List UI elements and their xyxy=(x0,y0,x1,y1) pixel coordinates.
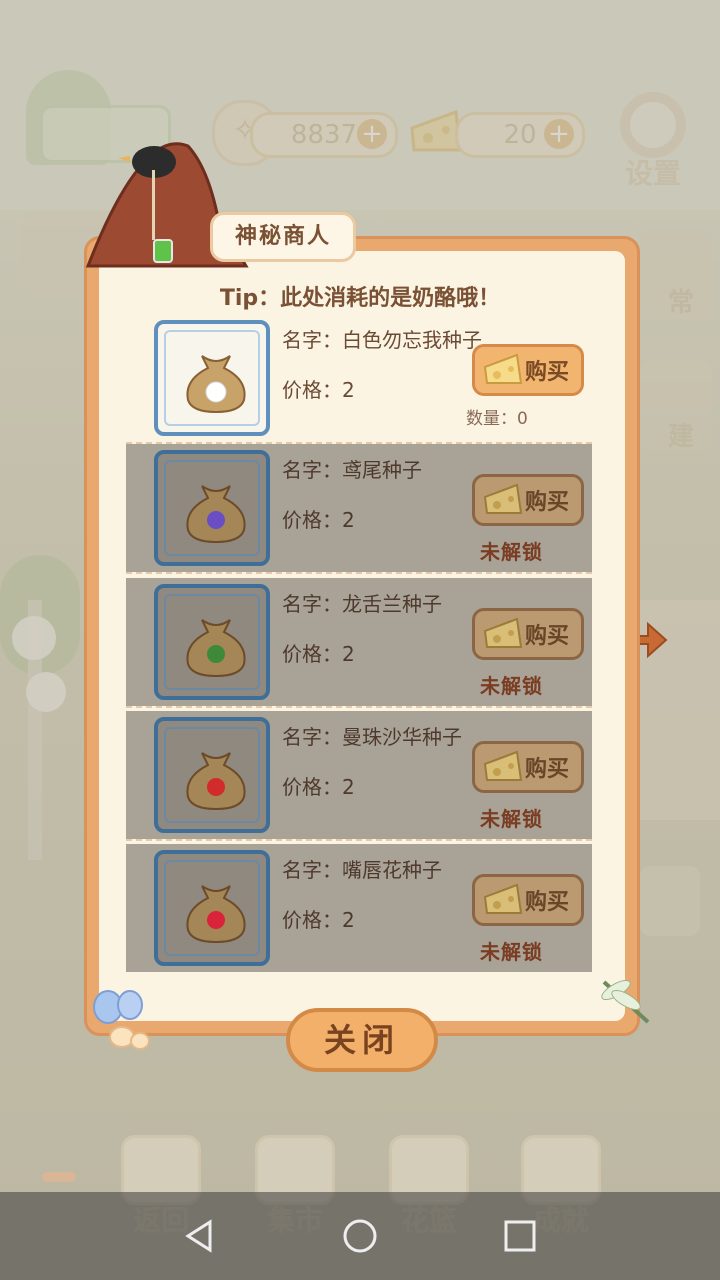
cheese-icon xyxy=(483,750,523,781)
seed-bag-icon xyxy=(186,885,246,944)
close-button[interactable]: 关闭 xyxy=(286,1008,438,1072)
locked-label: 未解锁 xyxy=(480,940,543,964)
locked-label: 未解锁 xyxy=(480,540,543,564)
square-recents-icon xyxy=(504,1220,536,1252)
shop-item-row: 名字：曼珠沙华种子 价格：2 购买 未解锁 xyxy=(126,711,592,841)
item-thumbnail xyxy=(154,717,270,833)
item-name: 名字：龙舌兰种子 xyxy=(282,592,442,616)
locked-label: 未解锁 xyxy=(480,674,543,698)
collapse-button[interactable] xyxy=(42,1172,76,1182)
buy-button[interactable]: 购买 xyxy=(472,874,584,926)
system-recents-button[interactable] xyxy=(498,1214,542,1258)
system-back-button[interactable] xyxy=(178,1214,222,1258)
shop-item-row: 名字：白色勿忘我种子 价格：2 购买 数量：0 xyxy=(126,314,592,444)
buy-label: 购买 xyxy=(525,490,570,515)
cheese-icon xyxy=(483,617,523,648)
locked-label: 未解锁 xyxy=(480,807,543,831)
seed-bag-icon xyxy=(186,355,246,414)
buy-label: 购买 xyxy=(525,360,570,385)
tip-text: Tip：此处消耗的是奶酪哦！ xyxy=(219,286,501,311)
item-price: 价格：2 xyxy=(282,378,355,402)
item-thumbnail xyxy=(154,850,270,966)
triangle-back-icon xyxy=(185,1219,212,1253)
buy-label: 购买 xyxy=(525,757,570,782)
cheese-icon xyxy=(483,883,523,914)
item-name: 名字：曼珠沙华种子 xyxy=(282,725,462,749)
seed-bag-icon xyxy=(186,485,246,544)
system-home-button[interactable] xyxy=(338,1214,382,1258)
item-name: 名字：嘴唇花种子 xyxy=(282,858,442,882)
dialog-title: 神秘商人 xyxy=(210,212,356,262)
butterfly-icon xyxy=(93,990,150,1050)
buy-label: 购买 xyxy=(525,890,570,915)
item-price: 价格：2 xyxy=(282,908,355,932)
cheese-icon xyxy=(483,353,523,384)
buy-button[interactable]: 购买 xyxy=(472,608,584,660)
shop-item-row: 名字：嘴唇花种子 价格：2 购买 未解锁 xyxy=(126,844,592,972)
dragonfly-icon xyxy=(601,979,650,1024)
buy-button[interactable]: 购买 xyxy=(472,474,584,526)
item-thumbnail xyxy=(154,584,270,700)
shop-item-row: 名字：鸢尾种子 价格：2 购买 未解锁 xyxy=(126,444,592,574)
system-nav-bar xyxy=(0,1192,720,1280)
item-quantity: 数量：0 xyxy=(466,409,528,429)
item-price: 价格：2 xyxy=(282,508,355,532)
item-price: 价格：2 xyxy=(282,775,355,799)
seed-bag-icon xyxy=(186,752,246,811)
item-name: 名字：鸢尾种子 xyxy=(282,458,422,482)
buy-button[interactable]: 购买 xyxy=(472,741,584,793)
cheese-icon xyxy=(483,483,523,514)
item-name: 名字：白色勿忘我种子 xyxy=(282,328,482,352)
item-thumbnail xyxy=(154,450,270,566)
shop-item-row: 名字：龙舌兰种子 价格：2 购买 未解锁 xyxy=(126,578,592,708)
item-thumbnail xyxy=(154,320,270,436)
circle-home-icon xyxy=(343,1219,377,1253)
buy-label: 购买 xyxy=(525,624,570,649)
buy-button[interactable]: 购买 xyxy=(472,344,584,396)
item-price: 价格：2 xyxy=(282,642,355,666)
seed-bag-icon xyxy=(186,619,246,678)
